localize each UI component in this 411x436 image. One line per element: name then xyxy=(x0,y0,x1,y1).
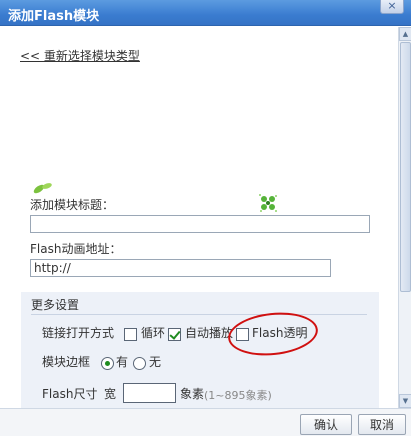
module-title-input[interactable] xyxy=(30,215,370,233)
close-icon: × xyxy=(387,0,397,12)
close-button[interactable]: × xyxy=(380,0,404,14)
vertical-scrollbar[interactable]: ▲ ▼ xyxy=(398,27,411,408)
link-open-label: 链接打开方式 xyxy=(42,326,115,340)
autoplay-checkbox[interactable] xyxy=(168,328,181,341)
loop-checkbox[interactable] xyxy=(124,328,137,341)
confirm-button[interactable]: 确认 xyxy=(300,414,352,435)
scroll-thumb[interactable] xyxy=(400,42,411,292)
loop-label: 循环 xyxy=(141,326,166,340)
flash-url-label: Flash动画地址： xyxy=(30,242,122,256)
border-yes-radio[interactable] xyxy=(101,357,114,370)
clover-decoration-icon xyxy=(259,194,277,212)
leaf-decoration-icon xyxy=(33,183,52,194)
flash-size-label: Flash尺寸 xyxy=(42,387,98,401)
border-no-radio[interactable] xyxy=(133,357,146,370)
dialog-titlebar: 添加Flash模块 xyxy=(0,0,411,26)
module-border-label: 模块边框 xyxy=(42,355,91,369)
module-title-label: 添加模块标题： xyxy=(30,198,115,212)
width-label: 宽 xyxy=(104,387,117,401)
border-no-label: 无 xyxy=(149,355,162,369)
dialog-title: 添加Flash模块 xyxy=(8,9,100,24)
back-to-module-types-link[interactable]: << 重新选择模块类型 xyxy=(20,47,140,64)
cancel-button[interactable]: 取消 xyxy=(358,414,406,435)
more-settings-title: 更多设置 xyxy=(31,298,80,312)
scroll-down-arrow-icon[interactable]: ▼ xyxy=(399,394,411,408)
panel-divider xyxy=(31,314,367,315)
size-range-hint: (1~895象素) xyxy=(204,389,272,402)
dialog-footer: 确认 取消 xyxy=(0,408,411,436)
flash-url-input[interactable] xyxy=(30,259,331,277)
unit-label: 象素 xyxy=(180,387,205,401)
scroll-up-arrow-icon[interactable]: ▲ xyxy=(399,27,411,41)
width-input[interactable] xyxy=(123,383,176,403)
border-yes-label: 有 xyxy=(116,355,129,369)
